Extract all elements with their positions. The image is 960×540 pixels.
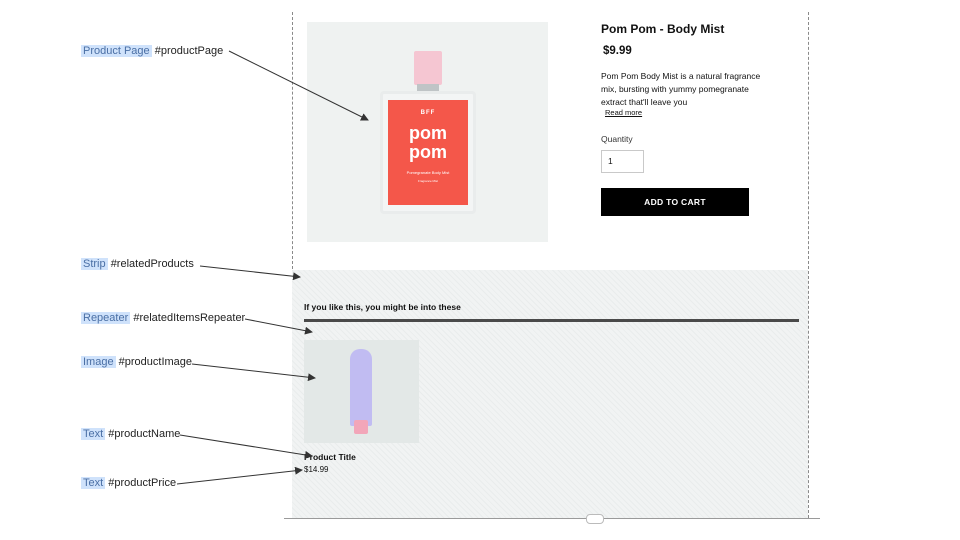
arrow-product-price bbox=[176, 466, 303, 485]
arrow-strip bbox=[199, 265, 301, 281]
arrow-product-name bbox=[179, 434, 313, 459]
arrow-product-page bbox=[228, 50, 369, 121]
annotation-arrows bbox=[176, 50, 369, 485]
arrow-repeater bbox=[244, 318, 313, 335]
arrow-image bbox=[191, 363, 316, 382]
